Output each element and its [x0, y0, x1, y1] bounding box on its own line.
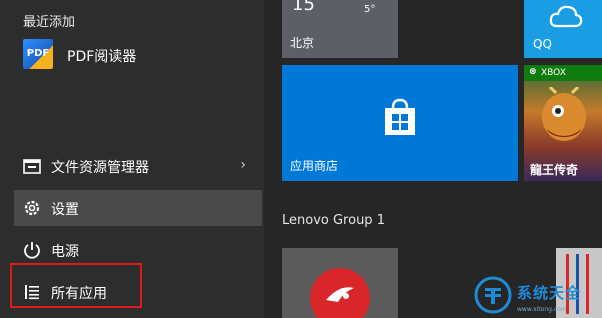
settings-item[interactable]: 设置	[14, 190, 262, 226]
store-label: 应用商店	[290, 159, 339, 173]
power-icon	[24, 242, 40, 259]
pdf-reader-icon: PDF	[23, 39, 53, 69]
settings-label: 设置	[51, 202, 79, 218]
watermark-sub: www.xitong.com	[517, 306, 567, 313]
cloud-icon	[549, 5, 583, 28]
xbox-icon: ⊗	[529, 67, 537, 77]
weather-city: 北京	[290, 36, 315, 50]
store-tile[interactable]: 应用商店	[282, 65, 518, 181]
recently-added-label: 最近添加	[23, 15, 76, 30]
app-logo-icon	[310, 268, 370, 318]
weather-temp: 15	[292, 0, 315, 15]
gear-icon	[24, 200, 40, 216]
file-explorer-icon	[23, 159, 41, 174]
qq-label: QQ	[533, 37, 552, 51]
file-explorer-label: 文件资源管理器	[51, 160, 149, 176]
store-bag-icon	[385, 98, 415, 135]
recent-app-pdf-reader[interactable]: PDF PDF阅读器	[18, 37, 258, 71]
qq-tile[interactable]: QQ	[524, 0, 602, 58]
weather-tile[interactable]: 15 5° 北京	[282, 0, 398, 58]
dragon-art	[542, 87, 586, 141]
watermark-text: 系统天全	[517, 284, 582, 302]
chevron-right-icon[interactable]: ›	[240, 157, 246, 173]
stripe	[586, 254, 589, 314]
lenovo-tile[interactable]	[282, 248, 398, 318]
power-label: 电源	[51, 244, 79, 260]
file-explorer-item[interactable]: 文件资源管理器 ›	[14, 148, 262, 184]
group-label: Lenovo Group 1	[282, 213, 385, 228]
xbox-label: XBOX	[541, 68, 566, 78]
recent-app-label: PDF阅读器	[67, 49, 137, 65]
highlight-box	[10, 263, 142, 308]
game-title: 龍王传奇	[530, 163, 579, 177]
weather-low: 5°	[364, 4, 376, 15]
watermark-logo-icon	[474, 276, 512, 314]
xbox-game-tile[interactable]: ⊗ XBOX 龍王传奇	[524, 65, 602, 181]
